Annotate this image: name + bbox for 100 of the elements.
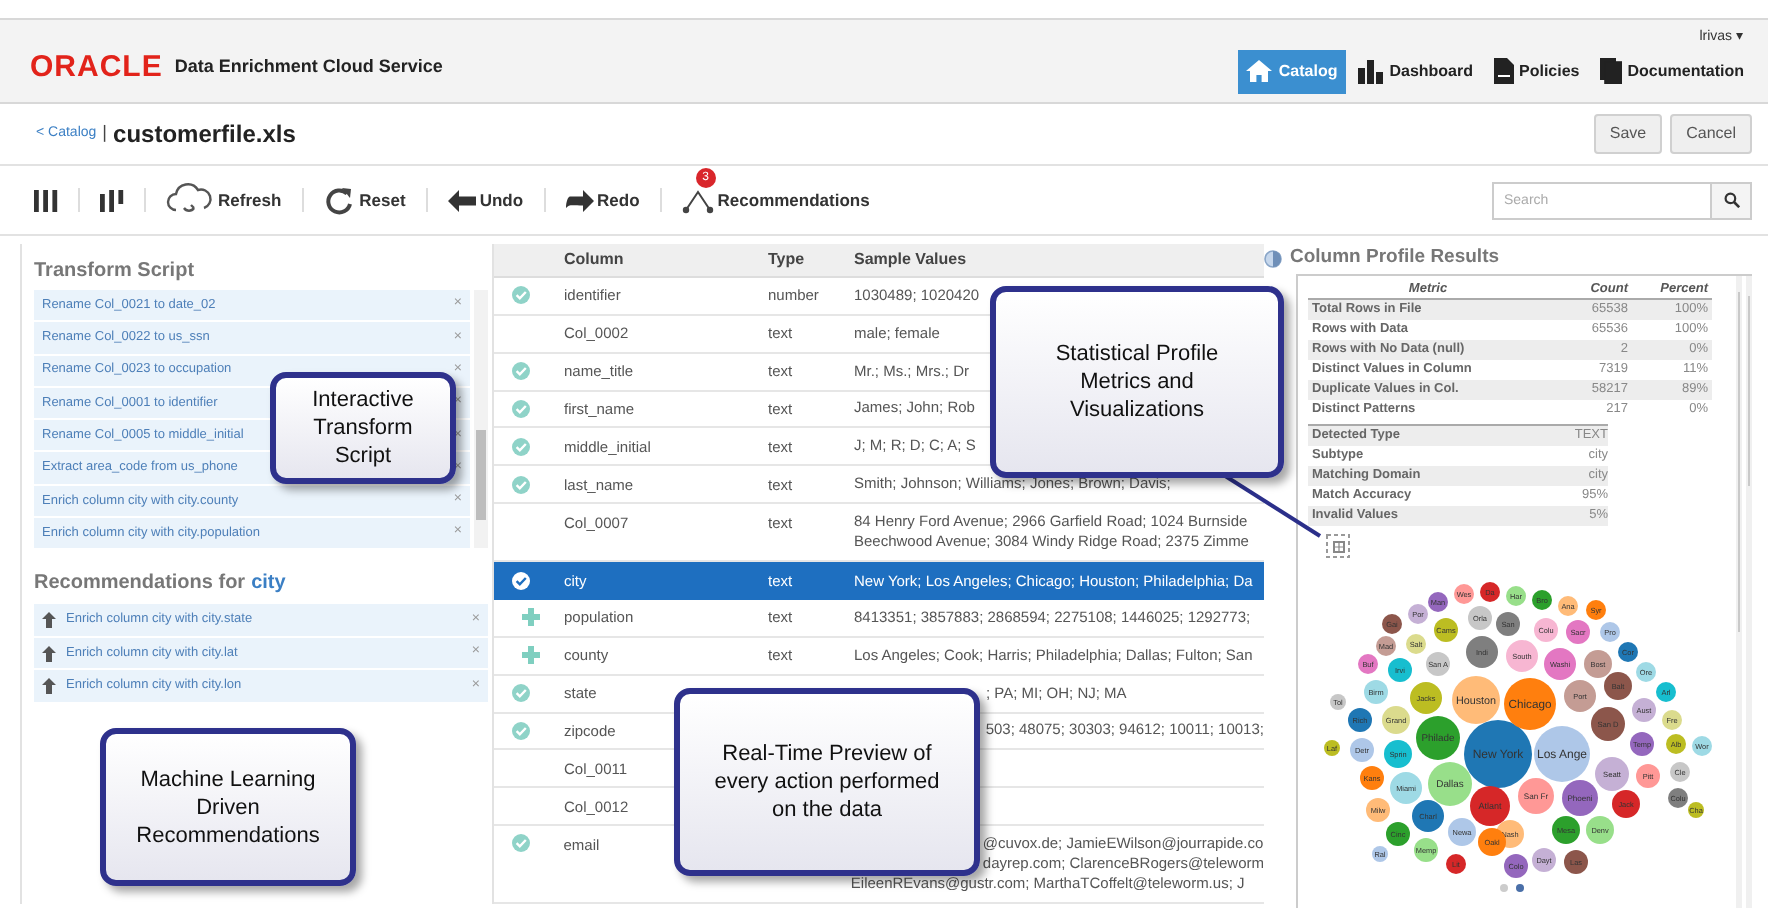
bubble[interactable] [1496,612,1520,636]
bubble[interactable] [1360,766,1384,790]
bubble[interactable] [1464,720,1532,788]
bubble[interactable] [1544,648,1576,680]
columns-icon[interactable] [100,189,124,211]
check-icon [512,286,530,305]
bubble[interactable] [1670,762,1690,782]
bubble[interactable] [1434,618,1458,642]
bubble[interactable] [1428,592,1448,612]
bubble[interactable] [1636,764,1660,788]
bubble[interactable] [1612,790,1640,818]
nav-tab[interactable]: Dashboard [1349,49,1482,93]
bubble[interactable] [1532,848,1556,872]
nav-tab[interactable]: Catalog [1238,49,1346,93]
search-icon [1723,192,1739,208]
nav-tab[interactable]: Documentation [1591,49,1752,93]
bubble[interactable] [1688,802,1704,818]
bubble[interactable] [1446,854,1466,874]
bubble[interactable] [1591,707,1625,741]
columns-icon[interactable] [34,189,58,211]
bubble[interactable] [1414,838,1438,862]
bubble[interactable] [1618,642,1638,662]
search-button[interactable] [1712,181,1752,219]
bubble[interactable] [1382,706,1410,734]
bubble[interactable] [1630,732,1654,756]
bubble[interactable] [1428,762,1472,806]
nav-tab[interactable]: Policies [1485,49,1588,93]
bubble[interactable] [1656,682,1676,702]
bubble[interactable] [1506,586,1526,606]
bubble[interactable] [1470,786,1510,826]
bubble[interactable] [1586,600,1606,620]
bubble[interactable] [1600,622,1620,642]
bubble[interactable] [1324,740,1340,756]
bubble[interactable] [1454,584,1474,604]
bubble[interactable] [1358,654,1378,674]
action-button[interactable]: Cancel [1670,114,1752,154]
grid-icon[interactable] [1326,534,1350,558]
action-button[interactable]: Save [1593,114,1663,154]
bubble[interactable] [1408,604,1428,624]
bubble[interactable] [1662,710,1682,730]
bubble[interactable] [1390,772,1422,804]
check-icon [512,437,530,456]
toolbar-button[interactable]: Recommendations [681,186,870,214]
toolbar-button[interactable]: Reset [323,185,406,215]
toolbar-button[interactable]: Undo [447,187,524,213]
bubble[interactable] [1534,618,1558,642]
toolbar-button[interactable]: Redo [565,187,640,213]
bubble[interactable] [1668,788,1688,808]
bubble[interactable] [1632,698,1656,722]
network-icon [681,186,714,214]
column-header: Column [562,247,626,272]
bubble[interactable] [1480,582,1500,602]
bubble[interactable] [1376,636,1396,656]
bubble[interactable] [1552,816,1580,844]
bubble[interactable] [1452,676,1500,724]
bubble[interactable] [1348,708,1372,732]
bubble[interactable] [1416,716,1460,760]
bubble[interactable] [1504,678,1556,730]
bubble[interactable] [1534,726,1590,782]
callout-tooltip: Real-Time Preview of every action performed on the data [674,688,980,876]
bubble[interactable] [1350,738,1374,762]
bubble[interactable] [1468,606,1492,630]
bubble[interactable] [1406,634,1426,654]
bubble[interactable] [1558,596,1578,616]
scrollbar[interactable] [1745,276,1752,908]
bubble[interactable] [1584,650,1612,678]
bubble[interactable] [1518,778,1554,814]
bubble[interactable] [1506,640,1538,672]
bubble[interactable] [1364,680,1388,704]
bubble[interactable] [1426,652,1450,676]
bubble[interactable] [1330,694,1346,710]
bubble[interactable] [1478,828,1506,856]
bubble[interactable] [1372,846,1388,862]
bubble[interactable] [1595,757,1629,791]
bubble[interactable] [1562,780,1598,816]
bubble[interactable] [1564,850,1588,874]
bubble[interactable] [1448,818,1476,846]
section-title: Transform Script [34,258,197,286]
bubble[interactable] [1666,734,1686,754]
bubble[interactable] [1410,682,1442,714]
check-icon [512,362,530,381]
bubble[interactable] [1504,854,1528,878]
oracle-logo: ORACLE [30,52,163,82]
product-name: Data Enrichment Cloud Service [174,53,443,80]
scrollbar[interactable] [1736,276,1742,908]
bubble[interactable] [1386,822,1410,846]
bubble[interactable] [1532,590,1552,610]
bubble[interactable] [1366,798,1390,822]
bubble[interactable] [1384,740,1412,768]
bubble[interactable] [1692,736,1712,756]
bubble[interactable] [1382,614,1402,634]
bubble[interactable] [1466,636,1498,668]
toolbar-button[interactable]: Refresh [166,180,282,220]
scrollbar[interactable] [474,290,488,549]
bubble[interactable] [1604,672,1632,700]
bubble[interactable] [1566,620,1590,644]
bubble[interactable] [1586,816,1614,844]
bubble[interactable] [1412,800,1444,832]
bubble[interactable] [1564,680,1596,712]
bubble[interactable] [1636,662,1656,682]
